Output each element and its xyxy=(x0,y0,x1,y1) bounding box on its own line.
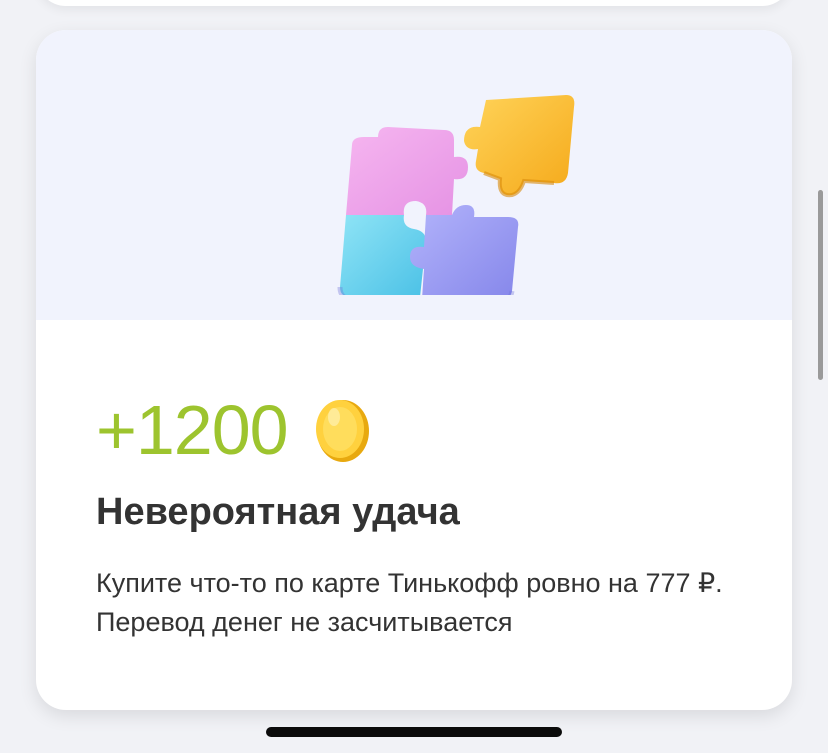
achievement-description: Купите что-то по карте Тинькофф ровно на… xyxy=(96,568,723,637)
puzzle-pieces-icon xyxy=(337,95,575,295)
card-hero xyxy=(36,30,792,320)
home-indicator[interactable] xyxy=(266,727,562,737)
achievement-card[interactable]: +1200 Невероятная удача Купите что-то по… xyxy=(36,30,792,710)
previous-card-edge xyxy=(36,0,792,6)
reward-row: +1200 xyxy=(96,390,372,470)
reward-amount: +1200 xyxy=(96,391,289,469)
scrollbar[interactable] xyxy=(818,190,823,380)
coin-icon xyxy=(315,400,369,462)
achievement-title: Невероятная удача xyxy=(96,491,460,533)
